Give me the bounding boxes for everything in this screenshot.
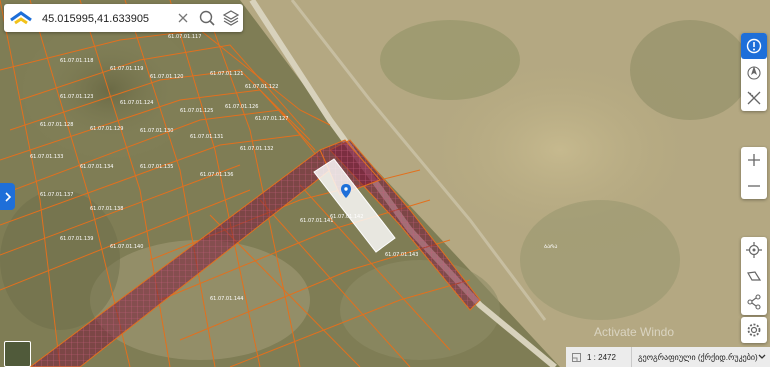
- parcel-label: 61.07.01.131: [190, 134, 223, 140]
- search-bar: [4, 4, 243, 32]
- chevron-right-icon: [4, 191, 11, 202]
- parcel-label: 61.07.01.125: [180, 108, 213, 114]
- parcel-label: 61.07.01.129: [90, 126, 123, 132]
- parcel-label: 61.07.01.118: [60, 58, 93, 64]
- compass-north-icon: [747, 66, 761, 80]
- napr-logo: [10, 11, 32, 25]
- scale-value: 1 : 2472: [587, 352, 616, 362]
- draw-icon: [747, 271, 762, 281]
- basemap-switcher[interactable]: [4, 341, 31, 367]
- parcel-label: 61.07.01.135: [140, 164, 173, 170]
- parcel-label: 61.07.01.141: [300, 218, 333, 224]
- minus-icon: [748, 185, 760, 187]
- basemap-select[interactable]: გეოგრაფიული (ქრქიდ.რუკები): [632, 353, 770, 362]
- parcel-label: 61.07.01.117: [168, 34, 201, 40]
- parcel-label: 61.07.01.119: [110, 66, 143, 72]
- measure-button[interactable]: [741, 85, 767, 111]
- status-bar: 1 : 2472 გეოგრაფიული (ქრქიდ.რუკები): [566, 347, 770, 367]
- parcel-label: 61.07.01.122: [245, 84, 278, 90]
- parcel-label: 61.07.01.143: [385, 252, 418, 258]
- settings-gear-icon: [747, 323, 761, 337]
- locate-icon: [746, 242, 762, 258]
- close-icon[interactable]: [174, 9, 192, 27]
- parcel-label: 61.07.01.124: [120, 100, 153, 106]
- parcel-label: 61.07.01.142: [330, 214, 363, 220]
- parcel-label: 61.07.01.134: [80, 164, 113, 170]
- layers-icon[interactable]: [222, 9, 240, 27]
- share-button[interactable]: [741, 289, 767, 315]
- parcel-label: 61.07.01.140: [110, 244, 143, 250]
- navigation-panel: [741, 237, 767, 315]
- draw-button[interactable]: [741, 263, 767, 289]
- tools-panel: [741, 33, 767, 111]
- zoom-panel: [741, 147, 767, 199]
- chevron-down-icon: [758, 354, 766, 359]
- north-button[interactable]: [741, 59, 767, 85]
- coordinate-search-input[interactable]: [40, 9, 174, 29]
- parcel-label: 61.07.01.139: [60, 236, 93, 242]
- terrain-patch: [380, 20, 520, 100]
- parcel-label: 61.07.01.137: [40, 192, 73, 198]
- parcel-label: 61.07.01.123: [60, 94, 93, 100]
- parcel-label: 61.07.01.128: [40, 122, 73, 128]
- settings-button[interactable]: [741, 317, 767, 343]
- plus-icon: [748, 154, 760, 166]
- terrain-patch: [630, 20, 750, 120]
- terrain-label: ᲑᲐᲠᲐ: [544, 244, 557, 250]
- parcel-label: 61.07.01.132: [240, 146, 273, 152]
- settings-panel: [741, 317, 767, 343]
- terrain-patch: [340, 260, 500, 360]
- terrain-patch: [20, 20, 200, 160]
- scale-display[interactable]: 1 : 2472: [566, 347, 632, 367]
- terrain-patch: [520, 200, 680, 320]
- parcel-label: 61.07.01.126: [225, 104, 258, 110]
- info-icon: [746, 38, 762, 54]
- parcel-label: 61.07.01.130: [140, 128, 173, 134]
- zoom-in-button[interactable]: [741, 147, 767, 173]
- parcel-label: 61.07.01.120: [150, 74, 183, 80]
- locate-button[interactable]: [741, 237, 767, 263]
- parcel-label: 61.07.01.138: [90, 206, 123, 212]
- scale-icon: [572, 352, 581, 362]
- measure-tool-icon: [747, 91, 761, 105]
- map-canvas[interactable]: 61.07.01.117 61.07.01.118 61.07.01.119 61.0…: [0, 0, 770, 367]
- parcel-label: 61.07.01.127: [255, 116, 288, 122]
- parcel-label: 61.07.01.133: [30, 154, 63, 160]
- basemap-select-label: გეოგრაფიული (ქრქიდ.რუკები): [638, 352, 758, 362]
- parcel-label: 61.07.01.144: [210, 296, 243, 302]
- search-icon[interactable]: [198, 9, 216, 27]
- windows-activation-watermark: Activate Windo: [594, 325, 675, 339]
- side-panel-toggle[interactable]: [0, 183, 15, 210]
- share-icon: [747, 294, 761, 310]
- info-button[interactable]: [741, 33, 767, 59]
- parcel-label: 61.07.01.136: [200, 172, 233, 178]
- zoom-out-button[interactable]: [741, 173, 767, 199]
- parcel-label: 61.07.01.121: [210, 71, 243, 77]
